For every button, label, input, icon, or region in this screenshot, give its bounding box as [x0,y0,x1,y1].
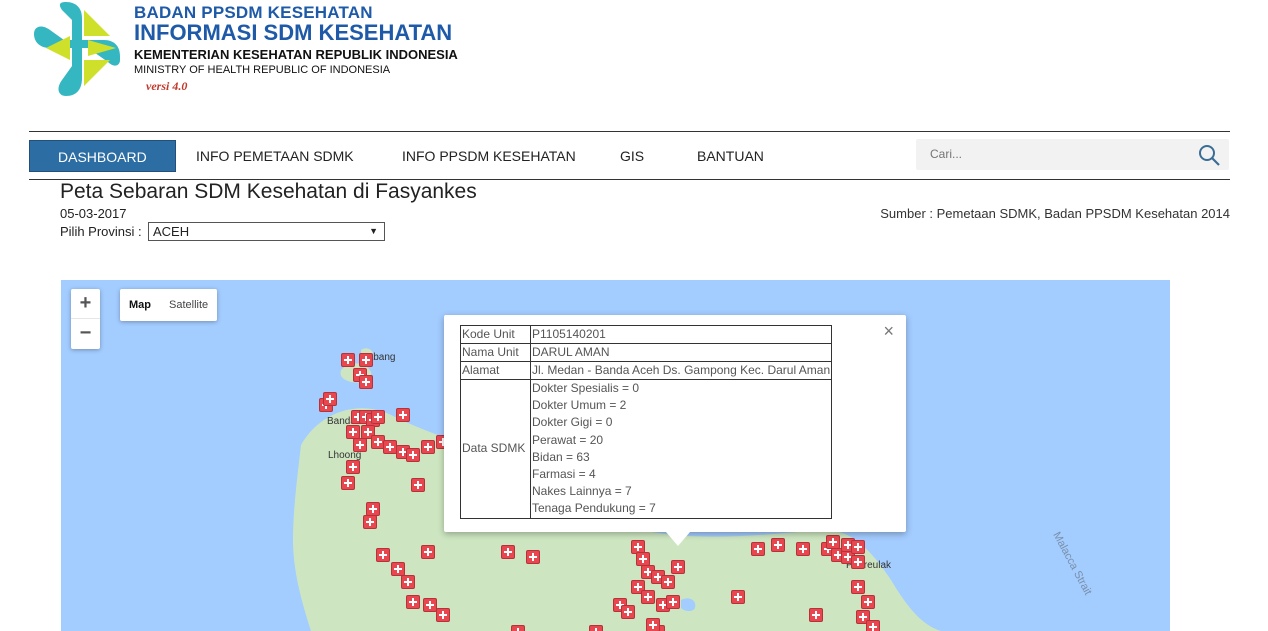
nav-gis[interactable]: GIS [620,140,644,172]
popup-table: Kode Unit P1105140201 Nama Unit DARUL AM… [460,325,833,519]
facility-marker-icon[interactable] [421,545,435,559]
nama-unit-label: Nama Unit [460,343,531,362]
facility-marker-icon[interactable] [366,502,380,516]
sdmk-line: Dokter Gigi = 0 [532,415,613,430]
brand-line-2: INFORMASI SDM KESEHATAN [134,20,453,45]
facility-marker-icon[interactable] [861,595,875,609]
search-box [916,139,1229,170]
facility-marker-icon[interactable] [851,555,865,569]
province-select[interactable]: ACEH ▼ [148,222,385,241]
table-row: Kode Unit P1105140201 [460,325,833,344]
nav-dashboard[interactable]: DASHBOARD [29,140,176,172]
facility-marker-icon[interactable] [421,440,435,454]
map-type-control: Map Satellite [120,289,218,321]
facility-marker-icon[interactable] [359,375,373,389]
facility-marker-icon[interactable] [666,595,680,609]
facility-marker-icon[interactable] [363,515,377,529]
sdmk-line: Tenaga Pendukung = 7 [532,501,656,516]
facility-marker-icon[interactable] [383,440,397,454]
facility-marker-icon[interactable] [401,575,415,589]
facility-marker-icon[interactable] [661,575,675,589]
facility-marker-icon[interactable] [436,608,450,622]
facility-marker-icon[interactable] [646,618,660,631]
facility-marker-icon[interactable] [589,625,603,631]
facility-marker-icon[interactable] [731,590,745,604]
nama-unit-value: DARUL AMAN [529,343,833,362]
map-type-satellite-button[interactable]: Satellite [160,289,217,321]
facility-marker-icon[interactable] [511,625,525,631]
facility-marker-icon[interactable] [851,540,865,554]
main-nav: DASHBOARD INFO PEMETAAN SDMK INFO PPSDM … [29,131,1230,180]
facility-marker-icon[interactable] [371,410,385,424]
brand-line-3: KEMENTERIAN KESEHATAN REPUBLIK INDONESIA [134,47,458,62]
facility-marker-icon[interactable] [771,538,785,552]
facility-marker-icon[interactable] [341,476,355,490]
facility-marker-icon[interactable] [826,535,840,549]
chevron-down-icon: ▼ [369,226,378,236]
facility-marker-icon[interactable] [411,478,425,492]
facility-marker-icon[interactable] [396,408,410,422]
alamat-value: Jl. Medan - Banda Aceh Ds. Gampong Kec. … [529,361,833,380]
version-label: versi 4.0 [146,79,188,93]
facility-marker-icon[interactable] [751,542,765,556]
brand-block: BADAN PPSDM KESEHATAN INFORMASI SDM KESE… [134,4,458,94]
zoom-in-button[interactable]: + [71,289,100,319]
search-input[interactable] [930,147,1170,161]
facility-marker-icon[interactable] [423,598,437,612]
nav-info-pemetaan-sdmk[interactable]: INFO PEMETAAN SDMK [196,140,354,172]
sdmk-line: Dokter Spesialis = 0 [532,381,640,395]
data-sdmk-values: Dokter Spesialis = 0 Dokter Umum = 2 Dok… [529,379,833,519]
map-type-map-button[interactable]: Map [120,289,160,321]
table-row: Data SDMK Dokter Spesialis = 0 Dokter Um… [460,379,833,519]
sdmk-line: Bidan = 63 [532,449,590,464]
kode-unit-label: Kode Unit [460,325,531,344]
page-title: Peta Sebaran SDM Kesehatan di Fasyankes [60,180,477,203]
facility-marker-icon[interactable] [341,353,355,367]
facility-marker-icon[interactable] [346,425,360,439]
popup-tail [666,532,690,546]
facility-marker-icon[interactable] [406,595,420,609]
facility-marker-icon[interactable] [406,448,420,462]
info-popup: × Kode Unit P1105140201 Nama Unit DARUL … [444,315,906,546]
brand-line-4: MINISTRY OF HEALTH REPUBLIC OF INDONESIA [134,64,391,76]
data-sdmk-label: Data SDMK [460,379,531,519]
nav-bantuan[interactable]: BANTUAN [697,140,764,172]
table-row: Alamat Jl. Medan - Banda Aceh Ds. Gampon… [460,361,833,380]
sdmk-line: Farmasi = 4 [532,467,596,482]
facility-marker-icon[interactable] [636,552,650,566]
table-row: Nama Unit DARUL AMAN [460,343,833,362]
search-icon[interactable] [1197,143,1221,167]
facility-marker-icon[interactable] [641,590,655,604]
facility-marker-icon[interactable] [323,392,337,406]
close-icon[interactable]: × [883,321,894,342]
facility-marker-icon[interactable] [796,542,810,556]
facility-marker-icon[interactable] [526,550,540,564]
facility-marker-icon[interactable] [851,580,865,594]
facility-marker-icon[interactable] [359,353,373,367]
facility-marker-icon[interactable] [353,438,367,452]
zoom-control: + − [71,289,100,349]
sdmk-line: Nakes Lainnya = 7 [532,484,632,499]
facility-marker-icon[interactable] [376,548,390,562]
facility-marker-icon[interactable] [671,560,685,574]
brand-line-1: BADAN PPSDM KESEHATAN [134,3,373,22]
facility-marker-icon[interactable] [346,460,360,474]
source-note: Sumber : Pemetaan SDMK, Badan PPSDM Kese… [880,206,1230,221]
facility-marker-icon[interactable] [391,562,405,576]
province-select-value: ACEH [153,224,190,239]
facility-marker-icon[interactable] [809,608,823,622]
sdmk-line: Dokter Umum = 2 [532,398,627,413]
nav-info-ppsdm-kesehatan[interactable]: INFO PPSDM KESEHATAN [402,140,576,172]
zoom-out-button[interactable]: − [71,319,100,349]
sdmk-line: Perawat = 20 [532,432,604,447]
kemenkes-logo [34,2,120,96]
facility-marker-icon[interactable] [866,620,880,631]
facility-marker-icon[interactable] [621,605,635,619]
alamat-label: Alamat [460,361,531,380]
province-label: Pilih Provinsi : [60,224,142,239]
kode-unit-value: P1105140201 [529,325,833,344]
page-date: 05-03-2017 [60,206,127,221]
facility-marker-icon[interactable] [501,545,515,559]
